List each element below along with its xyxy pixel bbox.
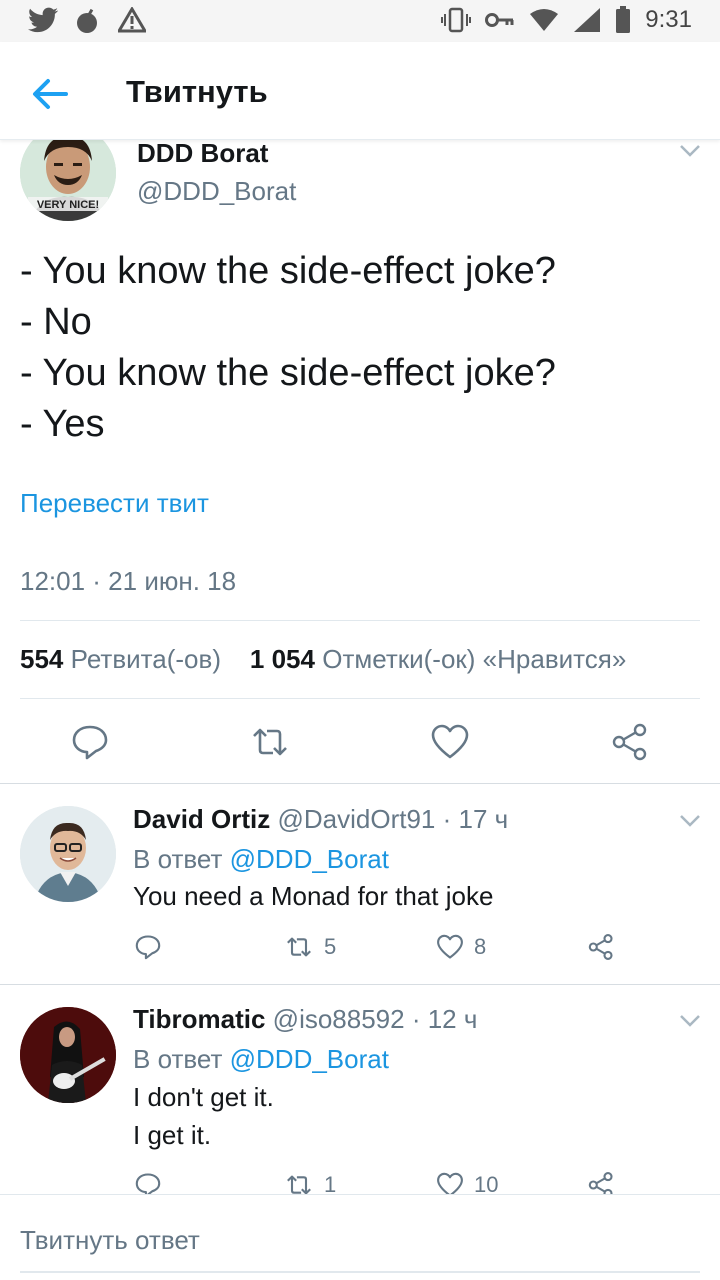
chevron-down-icon[interactable] — [679, 814, 701, 828]
likes-label: Отметки(-ок) «Нравится» — [322, 644, 627, 674]
like-icon[interactable] — [430, 722, 470, 762]
wifi-icon — [530, 9, 559, 31]
tweet-line: - No — [20, 301, 92, 343]
reply-to: В ответ @DDD_Borat — [133, 844, 389, 875]
divider — [20, 620, 700, 621]
vibrate-icon — [441, 7, 472, 33]
retweets-label: Ретвита(-ов) — [70, 644, 221, 674]
tweet-line: - You know the side-effect joke? — [20, 250, 556, 292]
chevron-down-icon[interactable] — [679, 1014, 701, 1028]
bomb-icon — [77, 8, 97, 33]
like-count: 8 — [474, 934, 487, 959]
tweet-timestamp: 12:01 · 21 июн. 18 — [20, 566, 237, 596]
status-time: 9:31 — [645, 6, 692, 33]
compose-underline — [20, 1271, 700, 1273]
avatar-image — [20, 1007, 116, 1103]
retweet-icon — [287, 937, 311, 957]
section-divider — [0, 984, 720, 985]
tweet-stats: 554 Ретвита(-ов) 1 054 Отметки(-ок) «Нра… — [20, 644, 626, 675]
battery-icon — [616, 6, 631, 33]
retweets-stat[interactable]: 554 Ретвита(-ов) — [20, 644, 221, 674]
avatar-caption: VERY NICE! — [37, 199, 99, 211]
share-icon[interactable] — [610, 722, 650, 762]
like-action[interactable]: 8 — [436, 933, 486, 961]
retweet-count: 5 — [324, 934, 337, 959]
reply-icon — [135, 935, 161, 960]
status-notifications — [28, 6, 146, 34]
reply-avatar[interactable] — [20, 806, 116, 902]
likes-stat[interactable]: 1 054 Отметки(-ок) «Нравится» — [250, 644, 626, 674]
translate-tweet-link[interactable]: Перевести твит — [20, 488, 209, 519]
retweets-count: 554 — [20, 644, 64, 674]
divider — [20, 698, 700, 699]
vpn-key-icon — [485, 13, 514, 27]
author-handle[interactable]: @DDD_Borat — [137, 176, 296, 207]
reply-header: David Ortiz @DavidOrt91 · 17 ч — [133, 804, 508, 835]
reply-line: I don't get it. — [133, 1082, 274, 1112]
section-divider — [0, 783, 720, 784]
reply-to-prefix: В ответ — [133, 1044, 223, 1074]
compose-reply-bar: Твитнуть ответ — [0, 1194, 720, 1280]
reply-to-prefix: В ответ — [133, 844, 223, 874]
chevron-down-icon[interactable] — [679, 144, 701, 158]
reply-text: You need a Monad for that joke — [133, 877, 493, 915]
reply-author-name[interactable]: Tibromatic — [133, 1004, 265, 1034]
reply-to-handle[interactable]: @DDD_Borat — [230, 844, 389, 874]
share-icon — [588, 934, 613, 960]
compose-reply-input[interactable]: Твитнуть ответ — [20, 1225, 200, 1256]
reply-line: I get it. — [133, 1120, 212, 1150]
retweet-icon[interactable] — [250, 722, 290, 762]
reply-header: Tibromatic @iso88592 · 12 ч — [133, 1004, 477, 1035]
reply-to-handle[interactable]: @DDD_Borat — [230, 1044, 389, 1074]
reply-text: I don't get it. I get it. — [133, 1078, 274, 1154]
reply-avatar[interactable] — [20, 1007, 116, 1103]
tweet-line: - You know the side-effect joke? — [20, 352, 556, 394]
warning-icon — [118, 7, 146, 33]
status-bar: 9:31 — [0, 0, 720, 42]
reply-meta: @iso88592 · 12 ч — [272, 1004, 478, 1034]
like-icon — [437, 934, 463, 959]
page-title: Твитнуть — [126, 74, 268, 109]
back-arrow-icon[interactable] — [30, 74, 70, 114]
likes-count: 1 054 — [249, 644, 315, 674]
reply-to: В ответ @DDD_Borat — [133, 1044, 389, 1075]
share-action[interactable] — [587, 933, 615, 961]
tweet-line: - Yes — [20, 403, 105, 445]
tweet-text: - You know the side-effect joke? - No - … — [20, 246, 556, 450]
signal-icon — [574, 8, 601, 32]
avatar-image — [20, 806, 116, 902]
retweet-action[interactable]: 5 — [284, 933, 336, 961]
status-system: 9:31 — [441, 6, 692, 34]
reply-author-name[interactable]: David Ortiz — [133, 804, 270, 834]
app-bar: Твитнуть — [0, 42, 720, 140]
reply-action[interactable] — [134, 933, 162, 961]
reply-icon[interactable] — [70, 722, 110, 762]
twitter-bird-icon — [28, 7, 58, 33]
author-name[interactable]: DDD Borat — [137, 138, 268, 169]
reply-line: You need a Monad for that joke — [133, 881, 494, 911]
reply-meta: @DavidOrt91 · 17 ч — [277, 804, 509, 834]
